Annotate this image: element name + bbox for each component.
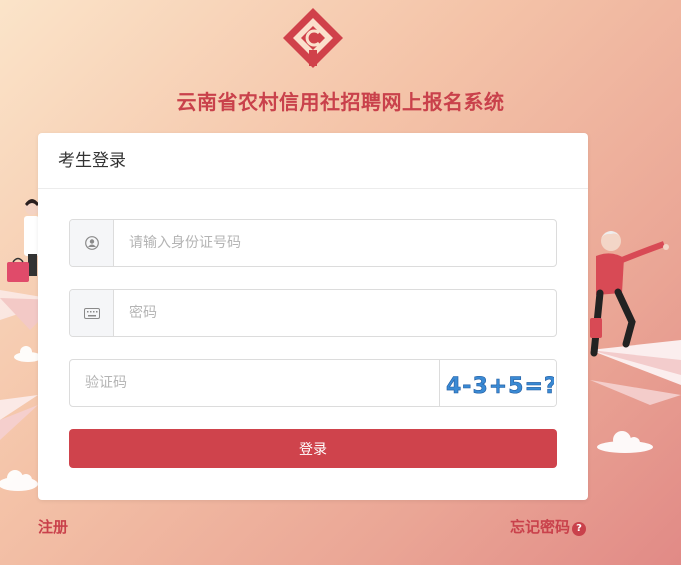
forgot-password-label: 忘记密码	[510, 518, 571, 536]
register-link[interactable]: 注册	[38, 516, 68, 537]
user-icon	[70, 220, 114, 266]
login-card-header: 考生登录	[38, 133, 588, 189]
captcha-input[interactable]	[70, 360, 439, 406]
captcha-text: 4-3+5=?	[446, 374, 554, 399]
site-title: 云南省农村信用社招聘网上报名系统	[176, 90, 505, 114]
login-button[interactable]: 登录	[69, 429, 557, 468]
id-number-input[interactable]	[114, 220, 556, 266]
rural-credit-union-logo	[283, 8, 343, 68]
keyboard-icon	[70, 290, 114, 336]
id-number-field	[69, 219, 557, 267]
login-card: 考生登录 4-3+5=?	[38, 133, 588, 500]
password-field	[69, 289, 557, 337]
password-input[interactable]	[114, 290, 556, 336]
captcha-field: 4-3+5=?	[69, 359, 557, 407]
forgot-password-link[interactable]: 忘记密码?	[510, 516, 587, 537]
captcha-image[interactable]: 4-3+5=?	[439, 360, 556, 406]
help-icon: ?	[572, 522, 587, 536]
